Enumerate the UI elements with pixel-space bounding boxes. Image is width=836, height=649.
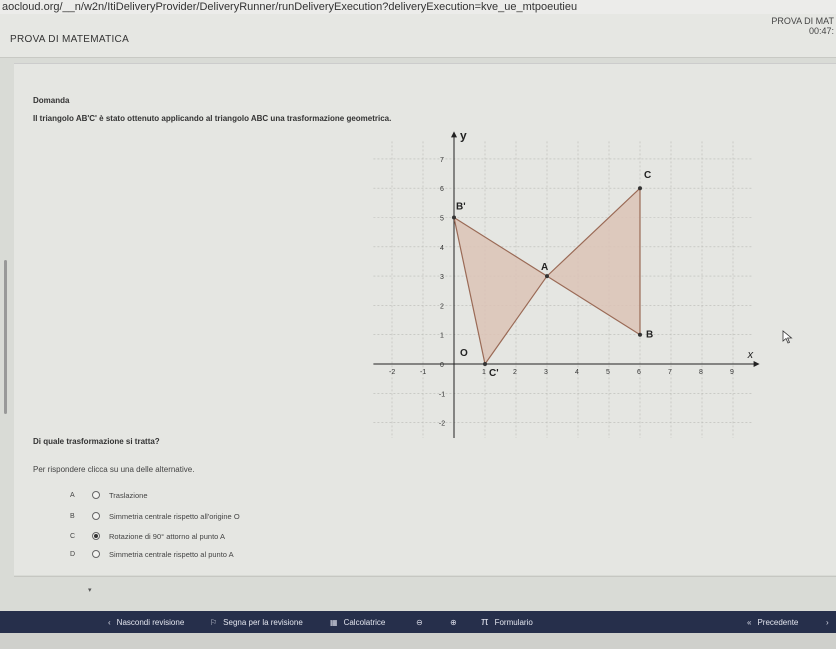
- radio-button[interactable]: [92, 550, 100, 558]
- point-label: C': [489, 368, 499, 379]
- option-text: Simmetria centrale rispetto all'origine …: [109, 511, 240, 521]
- navigation-toolbar: ‹ Nascondi revisione ⚐ Segna per la revi…: [0, 611, 836, 633]
- x-tick-label: 5: [606, 369, 610, 376]
- point-label: C: [644, 170, 651, 181]
- point-marker: [545, 274, 549, 279]
- point-label: B': [456, 202, 466, 213]
- triangle-abc: [546, 186, 641, 336]
- option-letter: D: [70, 550, 76, 558]
- x-tick-label: 1: [482, 369, 486, 376]
- point-label: B: [646, 330, 653, 341]
- calculator-button[interactable]: ▦ Calcolatrice: [330, 611, 385, 633]
- radio-button-selected[interactable]: [92, 532, 100, 540]
- zoom-out-icon: ⊖: [416, 617, 423, 627]
- radio-button[interactable]: [92, 491, 100, 499]
- test-name-right: PROVA DI MAT: [771, 16, 834, 26]
- question-heading: Domanda: [33, 96, 70, 105]
- zoom-in-button[interactable]: ⊕: [450, 611, 463, 633]
- previous-button[interactable]: « Precedente: [747, 611, 798, 633]
- triangle-ab1c1: [453, 216, 548, 366]
- option-text: Traslazione: [109, 490, 148, 500]
- x-tick-label: 2: [513, 369, 517, 376]
- y-tick-label: 1: [440, 333, 444, 340]
- y-axis-arrow-icon: [451, 131, 457, 138]
- option-c[interactable]: C Rotazione di 90° attorno al punto A: [70, 530, 225, 542]
- content-divider: [14, 576, 836, 577]
- x-tick-label: -1: [420, 369, 426, 376]
- option-letter: A: [70, 491, 75, 499]
- option-text: Simmetria centrale rispetto al punto A: [109, 549, 234, 559]
- x-axis-arrow-icon: [753, 361, 760, 367]
- point-marker: [638, 332, 642, 337]
- flag-review-label: Segna per la revisione: [223, 617, 303, 627]
- browser-url-bar[interactable]: aocloud.org/__n/w2n/ItiDeliveryProvider/…: [0, 0, 836, 14]
- y-tick-label: 4: [440, 245, 444, 252]
- test-header: PROVA DI MATEMATICA PROVA DI MAT 00:47:: [0, 14, 836, 58]
- y-axis-label: y: [460, 128, 467, 142]
- y-tick-label: 6: [440, 186, 444, 193]
- point-marker: [638, 186, 642, 191]
- test-title: PROVA DI MATEMATICA: [10, 34, 130, 45]
- graph-grid: [373, 141, 752, 438]
- sub-question: Di quale trasformazione si tratta?: [33, 437, 160, 446]
- chevron-left-icon: ‹: [108, 617, 111, 627]
- option-a[interactable]: A Traslazione: [70, 489, 148, 501]
- url-text: aocloud.org/__n/w2n/ItiDeliveryProvider/…: [2, 1, 578, 13]
- x-tick-label: -2: [389, 369, 395, 376]
- double-chevron-left-icon: «: [747, 617, 752, 627]
- pi-icon: π: [481, 616, 489, 628]
- zoom-out-button[interactable]: ⊖: [416, 611, 429, 633]
- y-tick-label: 3: [440, 274, 444, 281]
- y-tick-label: 5: [440, 216, 444, 223]
- x-tick-label: 4: [575, 369, 579, 376]
- y-tick-label: 0: [440, 362, 444, 369]
- scrollbar-thumb[interactable]: [4, 260, 7, 414]
- chevron-down-icon[interactable]: ▾: [88, 586, 92, 594]
- question-stem: Il triangolo AB'C' è stato ottenuto appl…: [33, 114, 392, 123]
- y-tick-label: -2: [439, 421, 445, 428]
- option-d[interactable]: D Simmetria centrale rispetto al punto A: [70, 548, 234, 560]
- y-tick-label: 2: [440, 303, 444, 310]
- flag-review-button[interactable]: ⚐ Segna per la revisione: [210, 611, 303, 633]
- point-marker: [452, 215, 456, 220]
- x-tick-label: 8: [699, 369, 703, 376]
- x-tick-label: 3: [544, 369, 548, 376]
- next-button[interactable]: ›: [826, 611, 835, 633]
- y-tick-label: 7: [440, 157, 444, 164]
- option-letter: B: [70, 512, 75, 520]
- hide-review-button[interactable]: ‹ Nascondi revisione: [108, 611, 184, 633]
- previous-label: Precedente: [757, 617, 799, 627]
- y-tick-label: -1: [439, 391, 445, 398]
- formulary-label: Formulario: [494, 617, 533, 627]
- x-tick-label: 6: [637, 369, 641, 376]
- calculator-icon: ▦: [330, 617, 338, 627]
- x-tick-label: 7: [668, 369, 672, 376]
- option-text: Rotazione di 90° attorno al punto A: [109, 531, 225, 541]
- instructions: Per rispondere clicca su una delle alter…: [33, 465, 195, 474]
- x-axis-label: x: [747, 349, 754, 361]
- window-bottom-area: [0, 633, 836, 649]
- point-label: A: [541, 262, 548, 273]
- point-marker: [483, 362, 487, 366]
- formulary-button[interactable]: π Formulario: [481, 611, 533, 633]
- mouse-cursor-icon: [782, 330, 793, 344]
- flag-icon: ⚐: [210, 617, 218, 627]
- timer: 00:47:: [808, 26, 834, 36]
- hide-review-label: Nascondi revisione: [116, 617, 185, 627]
- radio-button[interactable]: [92, 512, 100, 520]
- calculator-label: Calcolatrice: [343, 617, 386, 627]
- coordinate-graph: -2 -1 1 2 3 4 5 6 7 8 9 -2 -1 0 1 2 3 4 5 6 7 A B C B' C' x y O: [373, 128, 760, 438]
- option-letter: C: [70, 532, 76, 540]
- option-b[interactable]: B Simmetria centrale rispetto all'origin…: [70, 510, 240, 522]
- x-tick-label: 9: [730, 369, 734, 376]
- graph-tick-labels: -2 -1 1 2 3 4 5 6 7 8 9 -2 -1 0 1 2 3 4 5 6 7: [389, 157, 734, 428]
- zoom-in-icon: ⊕: [450, 617, 457, 627]
- origin-label: O: [460, 348, 468, 359]
- chevron-right-icon: ›: [826, 617, 829, 627]
